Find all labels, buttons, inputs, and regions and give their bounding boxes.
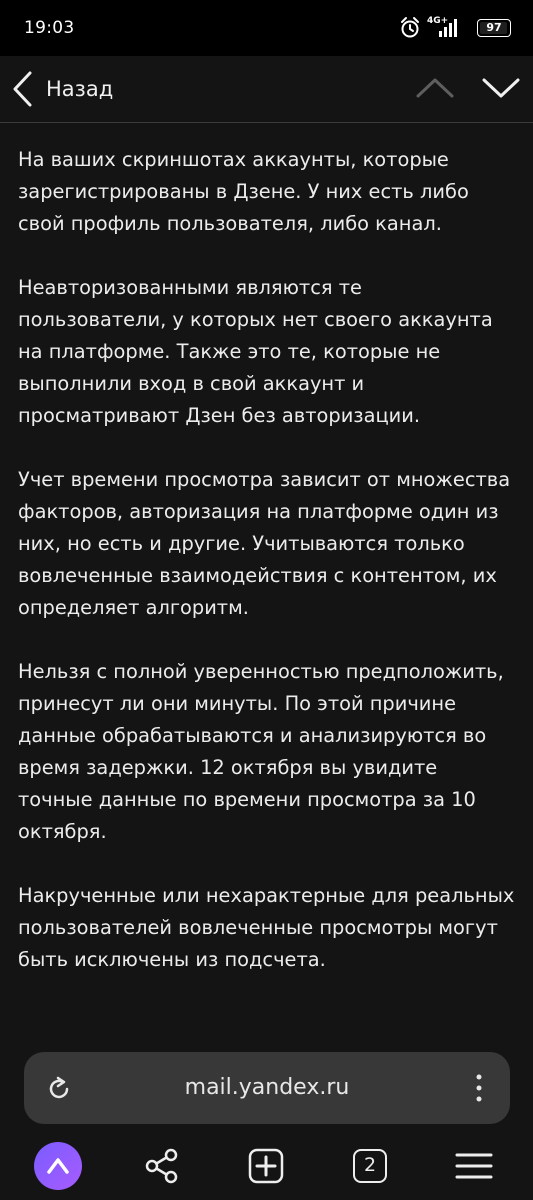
status-time: 19:03 <box>24 18 75 38</box>
tabs-button[interactable]: 2 <box>346 1142 394 1190</box>
paragraph: Накрученные или нехарактерные для реальн… <box>18 884 515 971</box>
alarm-icon <box>401 17 419 38</box>
new-tab-icon[interactable] <box>242 1142 290 1190</box>
address-bar[interactable]: mail.yandex.ru <box>24 1052 510 1124</box>
alice-icon <box>47 1158 69 1174</box>
url-text: mail.yandex.ru <box>184 1075 350 1100</box>
paragraph: На ваших скриншотах аккаунты, которые за… <box>18 148 469 235</box>
message-body: На ваших скриншотах аккаунты, которые за… <box>0 123 533 1040</box>
signal-icon: 4G+ <box>427 16 457 40</box>
alice-button[interactable] <box>34 1142 82 1190</box>
reload-icon[interactable] <box>44 1074 74 1104</box>
browser-bottom-panel: mail.yandex.ru 2 <box>0 1040 533 1200</box>
paragraph: Неавторизованными являются те пользовате… <box>18 276 493 427</box>
chevron-up-icon[interactable] <box>412 68 458 108</box>
menu-icon[interactable] <box>450 1142 498 1190</box>
chevron-down-icon[interactable] <box>478 68 524 108</box>
share-icon[interactable] <box>138 1142 186 1190</box>
chevron-left-icon <box>13 71 32 107</box>
battery-level: 97 <box>486 21 502 34</box>
tabs-icon: 2 <box>353 1149 387 1183</box>
battery-icon: 97 <box>477 19 511 37</box>
back-button[interactable]: Назад <box>6 62 146 116</box>
top-navigation: Назад <box>0 56 533 123</box>
paragraph: Нельзя с полной уверенностью предположит… <box>18 660 504 843</box>
more-options-icon[interactable] <box>472 1072 486 1104</box>
back-label: Назад <box>46 77 114 101</box>
status-bar: 19:03 4G+ 97 <box>0 0 533 56</box>
paragraph: Учет времени просмотра зависит от множес… <box>18 468 511 619</box>
